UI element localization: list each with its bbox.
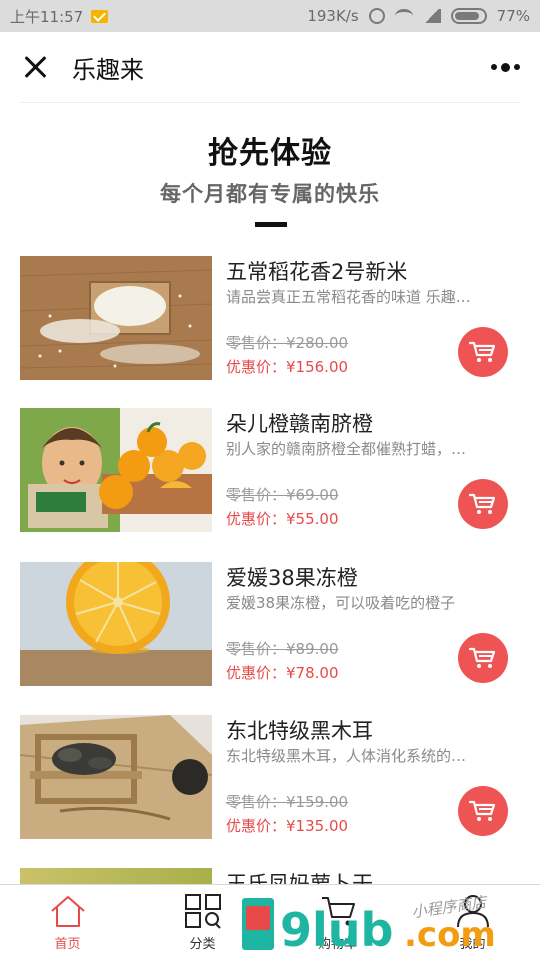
retail-price: 零售价：¥280.00 <box>226 334 349 352</box>
more-options-icon[interactable] <box>491 62 520 72</box>
product-name[interactable]: 五常稻花香2号新米 <box>226 256 407 286</box>
page-title: 乐趣来 <box>72 55 144 84</box>
retail-price: 零售价：¥89.00 <box>226 640 339 658</box>
battery-icon <box>450 8 487 24</box>
cart-icon <box>469 647 496 668</box>
tab-category-label: 分类 <box>189 937 216 952</box>
product-image[interactable] <box>20 715 212 839</box>
title-bar: 乐趣来 <box>0 32 540 102</box>
tab-cart-label: 购物车 <box>317 937 357 952</box>
cart-icon <box>321 897 355 926</box>
category-icon <box>184 894 221 929</box>
product-item[interactable]: 东北特级黑木耳 东北特级黑木耳，人体消化系统的… 零售价：¥159.00 优惠价… <box>20 715 520 841</box>
sale-price: 优惠价：¥55.00 <box>226 510 339 528</box>
retail-price: 零售价：¥159.00 <box>226 793 349 811</box>
tab-bar: 首页 分类 购物车 我的 <box>0 884 540 960</box>
product-image[interactable] <box>20 256 212 380</box>
product-item[interactable]: 朵儿橙赣南脐橙 别人家的赣南脐橙全都催熟打蜡，… 零售价：¥69.00 优惠价：… <box>20 408 520 534</box>
status-time: 上午11:57 <box>10 7 84 26</box>
hero-title: 抢先体验 <box>208 136 332 171</box>
status-bar: 上午11:57 193K/s 77% <box>0 0 540 32</box>
product-description: 东北特级黑木耳，人体消化系统的… <box>226 747 467 765</box>
product-name[interactable]: 王氏凤妈萝卜干 <box>226 868 373 884</box>
notification-icon <box>91 9 109 23</box>
hero-section: 抢先体验 每个月都有专属的快乐 <box>0 128 540 208</box>
product-image[interactable] <box>20 562 212 686</box>
cart-icon <box>469 341 496 362</box>
tab-profile-label: 我的 <box>459 937 486 952</box>
product-name[interactable]: 朵儿橙赣南脐橙 <box>226 408 373 438</box>
signal-icon <box>422 9 441 23</box>
add-to-cart-button[interactable] <box>458 786 508 836</box>
hero-subtitle: 每个月都有专属的快乐 <box>160 182 380 206</box>
home-icon <box>50 896 85 927</box>
product-item[interactable]: 王氏凤妈萝卜干 <box>20 868 520 884</box>
add-to-cart-button[interactable] <box>458 327 508 377</box>
title-divider <box>20 102 520 103</box>
product-description: 请品尝真正五常稻花香的味道 乐趣… <box>226 288 471 306</box>
product-image[interactable] <box>20 408 212 532</box>
network-speed: 193K/s <box>307 7 359 25</box>
tab-cart[interactable]: 购物车 <box>270 885 405 960</box>
sale-price: 优惠价：¥78.00 <box>226 664 339 682</box>
tab-profile[interactable]: 我的 <box>405 885 540 960</box>
tab-home-label: 首页 <box>54 937 81 952</box>
hero-divider <box>255 222 287 227</box>
tab-category[interactable]: 分类 <box>135 885 270 960</box>
product-description: 别人家的赣南脐橙全都催熟打蜡，… <box>226 440 467 458</box>
add-to-cart-button[interactable] <box>458 479 508 529</box>
add-to-cart-button[interactable] <box>458 633 508 683</box>
tab-home[interactable]: 首页 <box>0 885 135 960</box>
product-name[interactable]: 东北特级黑木耳 <box>226 715 373 745</box>
product-image[interactable] <box>20 868 212 884</box>
retail-price: 零售价：¥69.00 <box>226 486 339 504</box>
product-description: 爱媛38果冻橙，可以吸着吃的橙子 <box>226 594 456 612</box>
product-item[interactable]: 爱媛38果冻橙 爱媛38果冻橙，可以吸着吃的橙子 零售价：¥89.00 优惠价：… <box>20 562 520 688</box>
user-icon <box>456 895 489 928</box>
battery-level: 77% <box>496 7 530 25</box>
product-name[interactable]: 爱媛38果冻橙 <box>226 562 358 592</box>
sale-price: 优惠价：¥135.00 <box>226 817 349 835</box>
cart-icon <box>469 800 496 821</box>
cart-icon <box>469 493 496 514</box>
sale-price: 优惠价：¥156.00 <box>226 358 349 376</box>
alarm-icon <box>368 8 385 24</box>
close-icon[interactable] <box>20 52 50 82</box>
wifi-icon <box>394 9 413 23</box>
product-item[interactable]: 五常稻花香2号新米 请品尝真正五常稻花香的味道 乐趣… 零售价：¥280.00 … <box>20 256 520 382</box>
